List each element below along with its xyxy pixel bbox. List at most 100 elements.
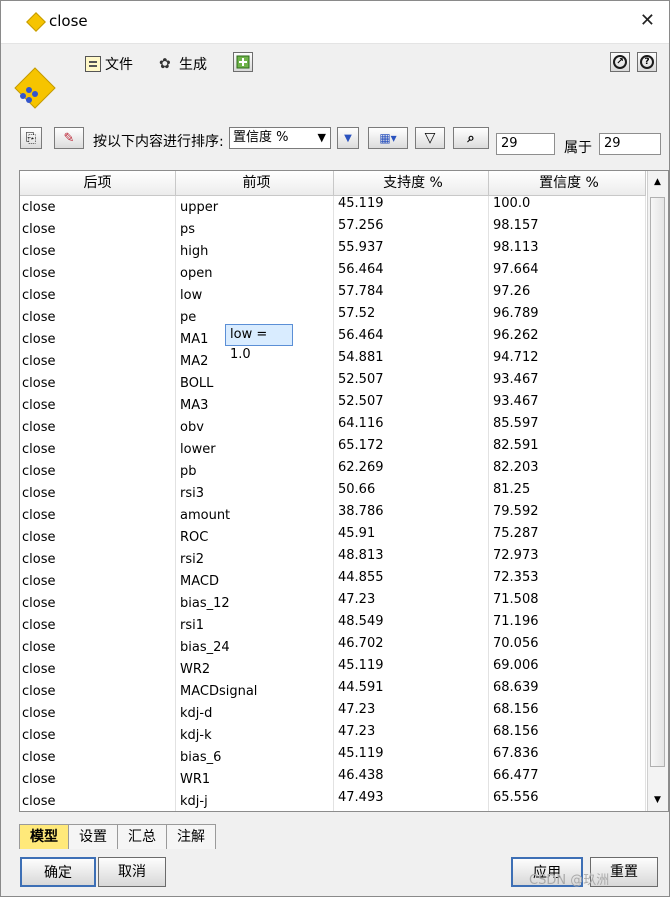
expand-button[interactable]: ↗: [610, 52, 630, 72]
table-row[interactable]: close obv 64.116 85.597: [20, 416, 646, 438]
scroll-up-icon[interactable]: ▲: [650, 173, 665, 191]
cell-consequent: close: [20, 658, 176, 680]
column-header-support[interactable]: 支持度 %: [334, 171, 489, 195]
menu-generate[interactable]: ✿ 生成: [159, 54, 207, 74]
sort-toolbar: ⎘ ✎ 按以下内容进行排序: 置信度 % ▼ ▼ ▦▾ ▽ ⌕ 29 属于 29: [1, 125, 669, 159]
table-row[interactable]: close lower 65.172 82.591: [20, 438, 646, 460]
tab-settings[interactable]: 设置: [68, 824, 118, 849]
cell-consequent: close: [20, 350, 176, 372]
cell-support: 48.813: [334, 548, 489, 570]
table-row[interactable]: close BOLL 52.507 93.467: [20, 372, 646, 394]
table-row[interactable]: close pe 57.52 96.789: [20, 306, 646, 328]
add-to-stream-button[interactable]: [233, 52, 253, 72]
cell-support: 47.23: [334, 702, 489, 724]
table-row[interactable]: close MACD 44.855 72.353: [20, 570, 646, 592]
table-row[interactable]: close MA1 56.464 96.262: [20, 328, 646, 350]
table-row[interactable]: close kdj-k 47.23 68.156: [20, 724, 646, 746]
table-row[interactable]: close low 57.784 97.26: [20, 284, 646, 306]
filter-icon: ▽: [424, 130, 436, 146]
cancel-button[interactable]: 取消: [98, 857, 166, 887]
columns-icon: ▦▾: [379, 131, 397, 145]
menu-file[interactable]: 文件: [85, 54, 133, 74]
cell-confidence: 96.262: [489, 328, 646, 350]
tab-summary[interactable]: 汇总: [117, 824, 167, 849]
cell-confidence: 97.26: [489, 284, 646, 306]
cell-confidence: 68.156: [489, 702, 646, 724]
cell-confidence: 98.113: [489, 240, 646, 262]
table-row[interactable]: close bias_24 46.702 70.056: [20, 636, 646, 658]
table-row[interactable]: close WR1 46.438 66.477: [20, 768, 646, 790]
tab-model[interactable]: 模型: [19, 824, 69, 849]
table-row[interactable]: close MA3 52.507 93.467: [20, 394, 646, 416]
column-header-antecedent[interactable]: 前项: [176, 171, 334, 195]
sort-by-value: 置信度 %: [233, 130, 289, 145]
cell-confidence: 100.0: [489, 196, 646, 218]
cell-consequent: close: [20, 240, 176, 262]
cell-confidence: 94.712: [489, 350, 646, 372]
cell-support: 47.493: [334, 790, 489, 811]
copy-with-fields-button[interactable]: ✎: [54, 127, 84, 149]
total-count-field: 29: [599, 133, 661, 155]
cell-antecedent: kdj-k: [176, 724, 334, 746]
column-header-confidence[interactable]: 置信度 %: [489, 171, 646, 195]
table-row[interactable]: close MACDsignal 44.591 68.639: [20, 680, 646, 702]
cell-consequent: close: [20, 636, 176, 658]
cell-consequent: close: [20, 262, 176, 284]
ok-button[interactable]: 确定: [20, 857, 96, 887]
binoculars-icon: ⌕: [467, 130, 475, 146]
table-row[interactable]: close bias_6 45.119 67.836: [20, 746, 646, 768]
vertical-scrollbar[interactable]: ▲ ▼: [647, 171, 668, 811]
cell-confidence: 98.157: [489, 218, 646, 240]
shown-count-field[interactable]: 29: [496, 133, 555, 155]
copy-button[interactable]: ⎘: [20, 127, 42, 149]
columns-button[interactable]: ▦▾: [368, 127, 408, 149]
cell-confidence: 70.056: [489, 636, 646, 658]
table-row[interactable]: close rsi3 50.66 81.25: [20, 482, 646, 504]
cell-confidence: 93.467: [489, 394, 646, 416]
column-header-consequent[interactable]: 后项: [20, 171, 176, 195]
sort-by-select[interactable]: 置信度 % ▼: [229, 127, 331, 149]
table-row[interactable]: close MA2 54.881 94.712: [20, 350, 646, 372]
help-button[interactable]: ?: [637, 52, 657, 72]
cell-antecedent: rsi1: [176, 614, 334, 636]
dropdown-arrow-icon: ▼: [317, 131, 326, 144]
cell-confidence: 93.467: [489, 372, 646, 394]
tab-annotations[interactable]: 注解: [166, 824, 216, 849]
cell-support: 54.881: [334, 350, 489, 372]
table-row[interactable]: close high 55.937 98.113: [20, 240, 646, 262]
filter-button[interactable]: ▽: [415, 127, 445, 149]
table-row[interactable]: close pb 62.269 82.203: [20, 460, 646, 482]
table-row[interactable]: close bias_12 47.23 71.508: [20, 592, 646, 614]
cell-consequent: close: [20, 284, 176, 306]
cell-antecedent: pb: [176, 460, 334, 482]
table-row[interactable]: close rsi2 48.813 72.973: [20, 548, 646, 570]
find-button[interactable]: ⌕: [453, 127, 489, 149]
cell-support: 48.549: [334, 614, 489, 636]
tab-bar: 模型 设置 汇总 注解: [19, 824, 216, 850]
cell-confidence: 71.196: [489, 614, 646, 636]
cell-consequent: close: [20, 218, 176, 240]
cell-consequent: close: [20, 438, 176, 460]
table-row[interactable]: close WR2 45.119 69.006: [20, 658, 646, 680]
scroll-down-icon[interactable]: ▼: [650, 791, 665, 809]
close-icon[interactable]: ✕: [640, 10, 655, 31]
table-row[interactable]: close ROC 45.91 75.287: [20, 526, 646, 548]
table-row[interactable]: close upper 45.119 100.0: [20, 196, 646, 218]
cell-support: 55.937: [334, 240, 489, 262]
table-row[interactable]: close rsi1 48.549 71.196: [20, 614, 646, 636]
table-row[interactable]: close amount 38.786 79.592: [20, 504, 646, 526]
cell-support: 52.507: [334, 372, 489, 394]
table-row[interactable]: close ps 57.256 98.157: [20, 218, 646, 240]
sort-order-button[interactable]: ▼: [337, 127, 359, 149]
cell-consequent: close: [20, 306, 176, 328]
cell-antecedent: WR2: [176, 658, 334, 680]
scroll-thumb[interactable]: [650, 197, 665, 767]
cell-antecedent: WR1: [176, 768, 334, 790]
cell-support: 45.91: [334, 526, 489, 548]
table-row[interactable]: close open 56.464 97.664: [20, 262, 646, 284]
table-row[interactable]: close kdj-d 47.23 68.156: [20, 702, 646, 724]
cell-antecedent: amount: [176, 504, 334, 526]
table-header: 后项 前项 支持度 % 置信度 %: [20, 171, 646, 196]
table-row[interactable]: close kdj-j 47.493 65.556: [20, 790, 646, 811]
cell-confidence: 68.156: [489, 724, 646, 746]
